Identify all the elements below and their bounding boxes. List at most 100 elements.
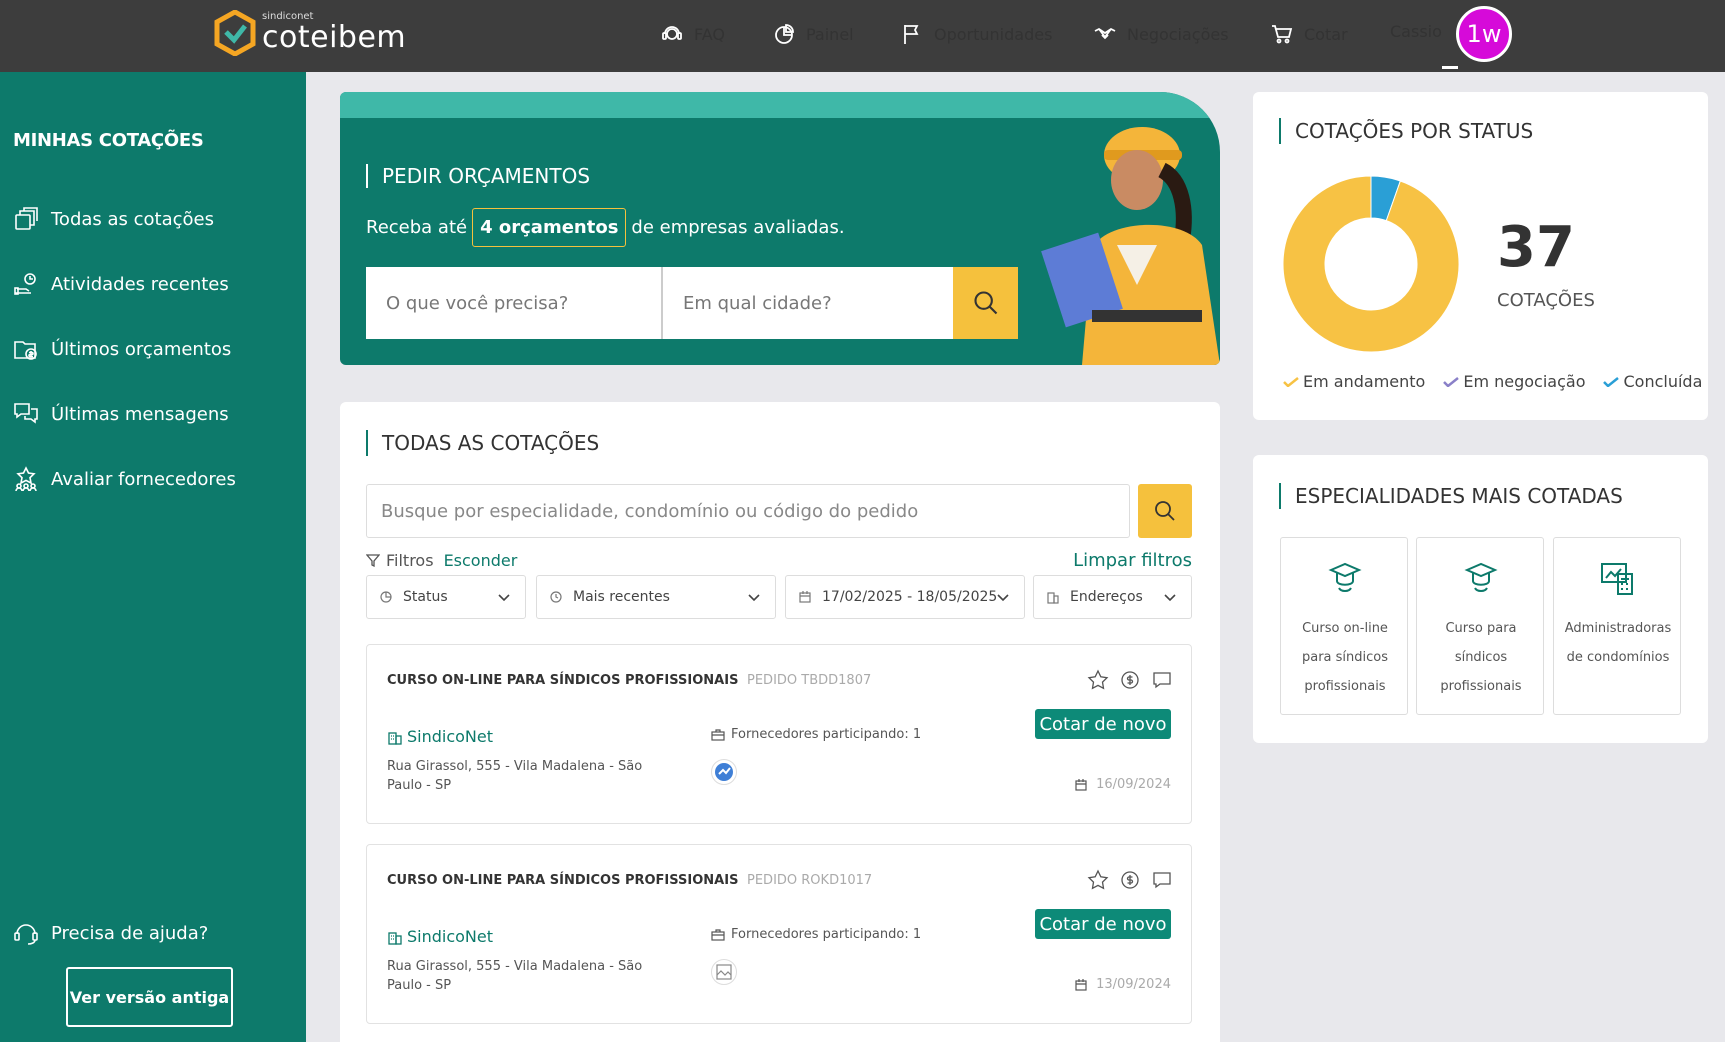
user-name[interactable]: Cassio	[1390, 22, 1442, 41]
status-dropdown-value: Status	[403, 589, 448, 605]
donut-slice-em-andamento[interactable]	[1282, 175, 1460, 353]
building-admin-icon	[1601, 563, 1633, 595]
order-card[interactable]: CURSO ON-LINE PARA SÍNDICOS PROFISSIONAI…	[366, 644, 1192, 824]
order-address: Rua Girassol, 555 - Vila Madalena - São …	[387, 759, 643, 793]
sort-dropdown[interactable]: Mais recentes	[536, 575, 776, 619]
avatar[interactable]: 1w	[1456, 6, 1512, 62]
nav-painel-label: Painel	[806, 24, 854, 44]
sidebar-item-mensagens[interactable]: Últimas mensagens	[13, 401, 229, 427]
money-icon[interactable]	[1119, 869, 1141, 891]
filters-hide-link[interactable]: Esconder	[444, 551, 518, 570]
sort-dropdown-value: Mais recentes	[573, 589, 670, 605]
chevron-down-icon	[1164, 594, 1176, 602]
supplier-avatar[interactable]	[711, 959, 737, 985]
old-version-button[interactable]: Ver versão antiga	[66, 967, 233, 1027]
banner-subtitle-after: de empresas avaliadas.	[631, 217, 845, 238]
specialty-tile[interactable]: Administradoras de condomínios	[1553, 537, 1681, 715]
legend-check-icon	[1443, 376, 1460, 387]
all-quotes-title: TODAS AS COTAÇÕES	[366, 430, 599, 456]
filters-label-text: Filtros	[386, 550, 434, 570]
banner-subtitle-highlight: 4 orçamentos	[472, 208, 627, 247]
status-donut-chart	[1282, 175, 1460, 353]
all-quotes-card: TODAS AS COTAÇÕES Busque por especialida…	[340, 402, 1220, 1042]
sidebar-item-orcamentos[interactable]: Últimos orçamentos	[13, 336, 231, 362]
sidebar-item-label: Atividades recentes	[51, 273, 229, 295]
legend-item[interactable]: Em andamento	[1283, 372, 1425, 391]
search-icon	[1155, 501, 1175, 521]
worker-illustration	[1041, 127, 1220, 365]
order-date: 13/09/2024	[1074, 977, 1171, 992]
chevron-down-icon	[997, 594, 1009, 602]
legend-check-icon	[1603, 376, 1620, 387]
request-quotes-banner: PEDIR ORÇAMENTOS Receba até 4 orçamentos…	[340, 92, 1220, 365]
nav-negociacoes-label: Negociações	[1127, 24, 1229, 44]
filters-label: Filtros	[366, 551, 434, 570]
order-title: CURSO ON-LINE PARA SÍNDICOS PROFISSIONAI…	[387, 873, 739, 888]
supplier-logo-icon	[715, 763, 733, 781]
nav-oportunidades-label: Oportunidades	[934, 24, 1053, 44]
order-card[interactable]: CURSO ON-LINE PARA SÍNDICOS PROFISSIONAI…	[366, 844, 1192, 1024]
help-label: Precisa de ajuda?	[51, 922, 209, 944]
logo-big-text: coteibem	[262, 20, 407, 55]
order-company-name: SindicoNet	[407, 727, 494, 746]
star-icon[interactable]	[1087, 669, 1109, 691]
nav-painel[interactable]: Painel	[772, 22, 854, 46]
sidebar-item-label: Últimas mensagens	[51, 403, 229, 425]
banner-subtitle: Receba até 4 orçamentos de empresas aval…	[366, 208, 845, 247]
order-code: PEDIDO TBDD1807	[747, 673, 872, 688]
pie-chart-icon	[775, 24, 794, 44]
total-quotes: 37	[1497, 215, 1575, 280]
legend-item[interactable]: Concluída	[1603, 372, 1702, 391]
specialty-tile[interactable]: Curso para síndicos profissionais	[1416, 537, 1544, 715]
chevron-down-icon	[498, 594, 510, 602]
sidebar-item-atividades[interactable]: Atividades recentes	[13, 271, 229, 297]
rating-icon	[15, 466, 37, 492]
quote-again-button[interactable]: Cotar de novo	[1035, 709, 1171, 739]
legend-label: Em andamento	[1303, 372, 1426, 391]
nav-faq[interactable]: FAQ	[660, 22, 725, 46]
date-range-value: 17/02/2025 - 18/05/2025	[822, 589, 998, 605]
banner-search: O que você precisa? Em qual cidade?	[366, 267, 1018, 339]
quotes-search-input[interactable]: Busque por especialidade, condomínio ou …	[366, 484, 1130, 538]
date-range-dropdown[interactable]: 17/02/2025 - 18/05/2025	[785, 575, 1025, 619]
broken-image-icon	[716, 964, 732, 980]
city-input[interactable]: Em qual cidade?	[663, 267, 953, 339]
activity-icon	[14, 273, 36, 295]
specialty-tile[interactable]: Curso on-line para síndicos profissionai…	[1280, 537, 1408, 715]
nav-faq-label: FAQ	[694, 24, 725, 44]
active-indicator	[1442, 66, 1458, 69]
top-navigation-bar: sindiconet coteibem FAQ Painel Oportunid…	[0, 0, 1725, 72]
support-icon	[662, 26, 682, 40]
sidebar-item-todas[interactable]: Todas as cotações	[13, 206, 214, 232]
quote-again-button[interactable]: Cotar de novo	[1035, 909, 1171, 939]
clear-filters-link[interactable]: Limpar filtros	[1073, 550, 1192, 571]
chat-icon[interactable]	[1151, 669, 1173, 691]
address-dropdown[interactable]: Endereços	[1033, 575, 1192, 619]
legend-item[interactable]: Em negociação	[1443, 372, 1585, 391]
supplier-avatar[interactable]	[711, 759, 737, 785]
sidebar-item-avaliar[interactable]: Avaliar fornecedores	[13, 466, 236, 492]
avatar-initials: 1w	[1466, 20, 1502, 48]
nav-cotar[interactable]: Cotar	[1270, 22, 1348, 46]
status-card: COTAÇÕES POR STATUS 37 COTAÇÕES Em andam…	[1253, 92, 1708, 420]
calendar-icon	[799, 591, 811, 603]
sidebar-item-label: Avaliar fornecedores	[51, 468, 236, 490]
specialties-title: ESPECIALIDADES MAIS COTADAS	[1279, 483, 1623, 509]
nav-oportunidades[interactable]: Oportunidades	[900, 22, 1052, 46]
order-company[interactable]: SindicoNet	[387, 727, 493, 746]
banner-search-button[interactable]	[953, 267, 1018, 339]
building-icon	[388, 731, 402, 745]
what-input[interactable]: O que você precisa?	[366, 267, 663, 339]
sidebar-item-label: Últimos orçamentos	[51, 338, 232, 360]
money-icon[interactable]	[1119, 669, 1141, 691]
status-dropdown[interactable]: Status	[366, 575, 526, 619]
legend-check-icon	[1283, 376, 1299, 387]
star-icon[interactable]	[1087, 869, 1109, 891]
coteibem-logo[interactable]: sindiconet coteibem	[214, 10, 406, 56]
help-link[interactable]: Precisa de ajuda?	[13, 920, 208, 946]
budget-folder-icon	[14, 341, 37, 360]
nav-negociacoes[interactable]: Negociações	[1093, 22, 1229, 46]
quotes-search-button[interactable]	[1138, 484, 1192, 538]
order-company[interactable]: SindicoNet	[387, 927, 493, 946]
chat-icon[interactable]	[1151, 869, 1173, 891]
